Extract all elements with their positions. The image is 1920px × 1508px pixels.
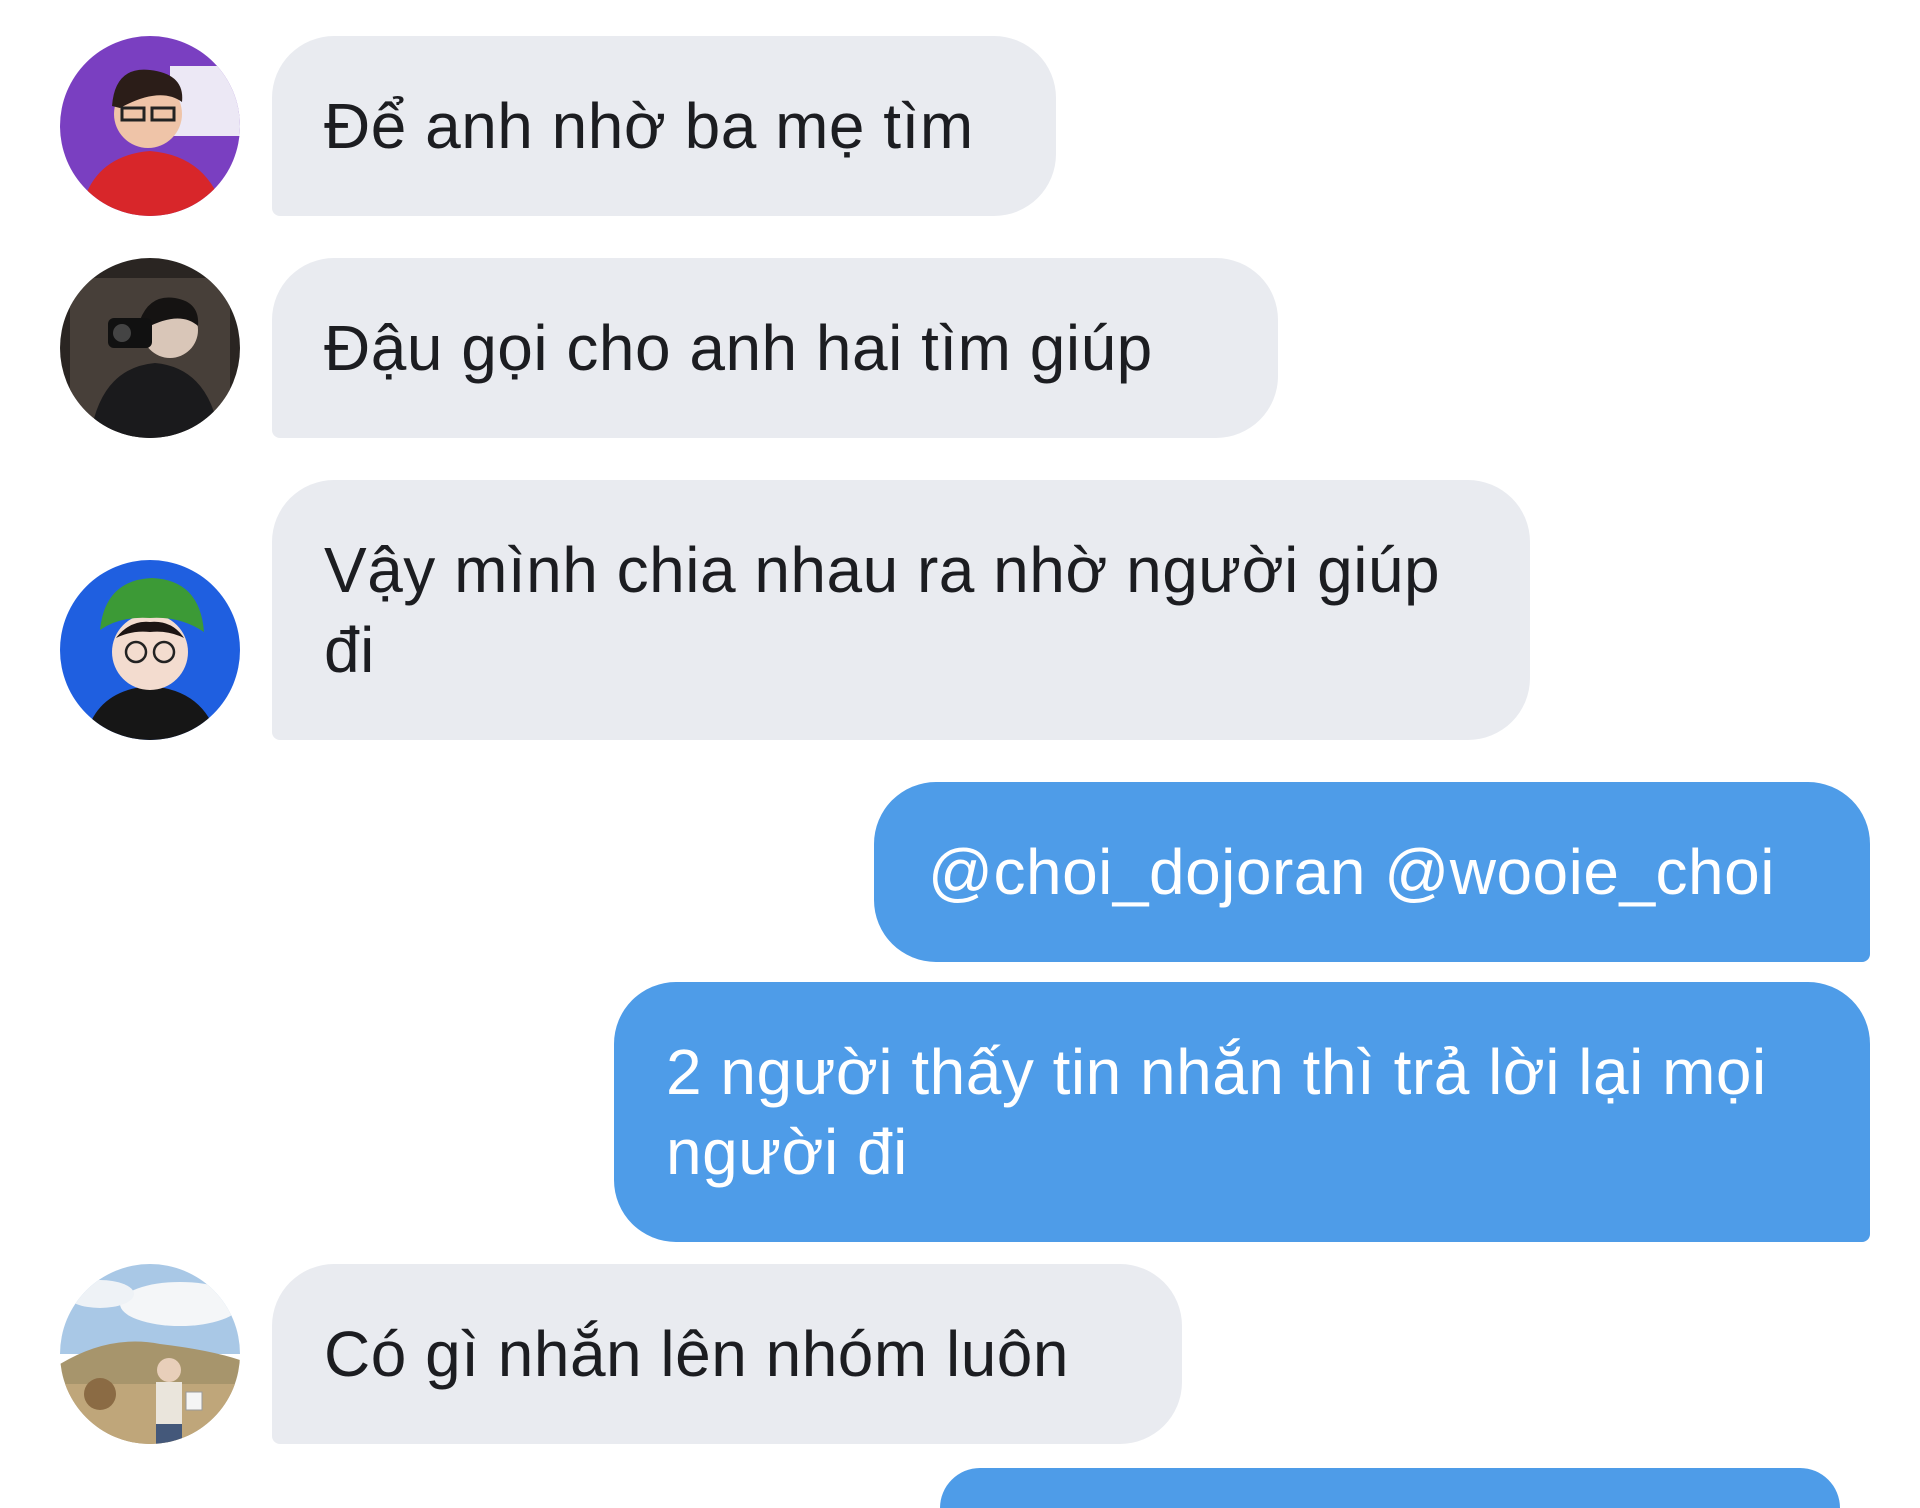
message-bubble-partial[interactable] xyxy=(940,1468,1840,1508)
avatar[interactable] xyxy=(60,258,240,438)
message-bubble[interactable]: Có gì nhắn lên nhóm luôn xyxy=(272,1264,1182,1444)
message-text: Để anh nhờ ba mẹ tìm xyxy=(324,90,974,162)
avatar-1-image xyxy=(60,36,240,216)
avatar-2-image xyxy=(60,258,240,438)
chat-thread: Để anh nhờ ba mẹ tìm Đậu gọi cho anh hai… xyxy=(0,0,1920,1508)
message-text: @choi_dojoran @wooie_choi xyxy=(928,836,1775,908)
avatar-4-image xyxy=(60,1264,240,1444)
message-bubble[interactable]: Vậy mình chia nhau ra nhờ người giúp đi xyxy=(272,480,1530,740)
message-bubble[interactable]: Để anh nhờ ba mẹ tìm xyxy=(272,36,1056,216)
message-text: 2 người thấy tin nhắn thì trả lời lại mọ… xyxy=(666,1036,1767,1188)
avatar[interactable] xyxy=(60,560,240,740)
message-bubble[interactable]: @choi_dojoran @wooie_choi xyxy=(874,782,1870,962)
avatar[interactable] xyxy=(60,36,240,216)
message-text: Đậu gọi cho anh hai tìm giúp xyxy=(324,312,1153,384)
avatar[interactable] xyxy=(60,1264,240,1444)
avatar-3-image xyxy=(60,560,240,740)
message-bubble[interactable]: Đậu gọi cho anh hai tìm giúp xyxy=(272,258,1278,438)
message-bubble[interactable]: 2 người thấy tin nhắn thì trả lời lại mọ… xyxy=(614,982,1870,1242)
message-text: Có gì nhắn lên nhóm luôn xyxy=(324,1318,1069,1390)
message-text: Vậy mình chia nhau ra nhờ người giúp đi xyxy=(324,534,1441,686)
